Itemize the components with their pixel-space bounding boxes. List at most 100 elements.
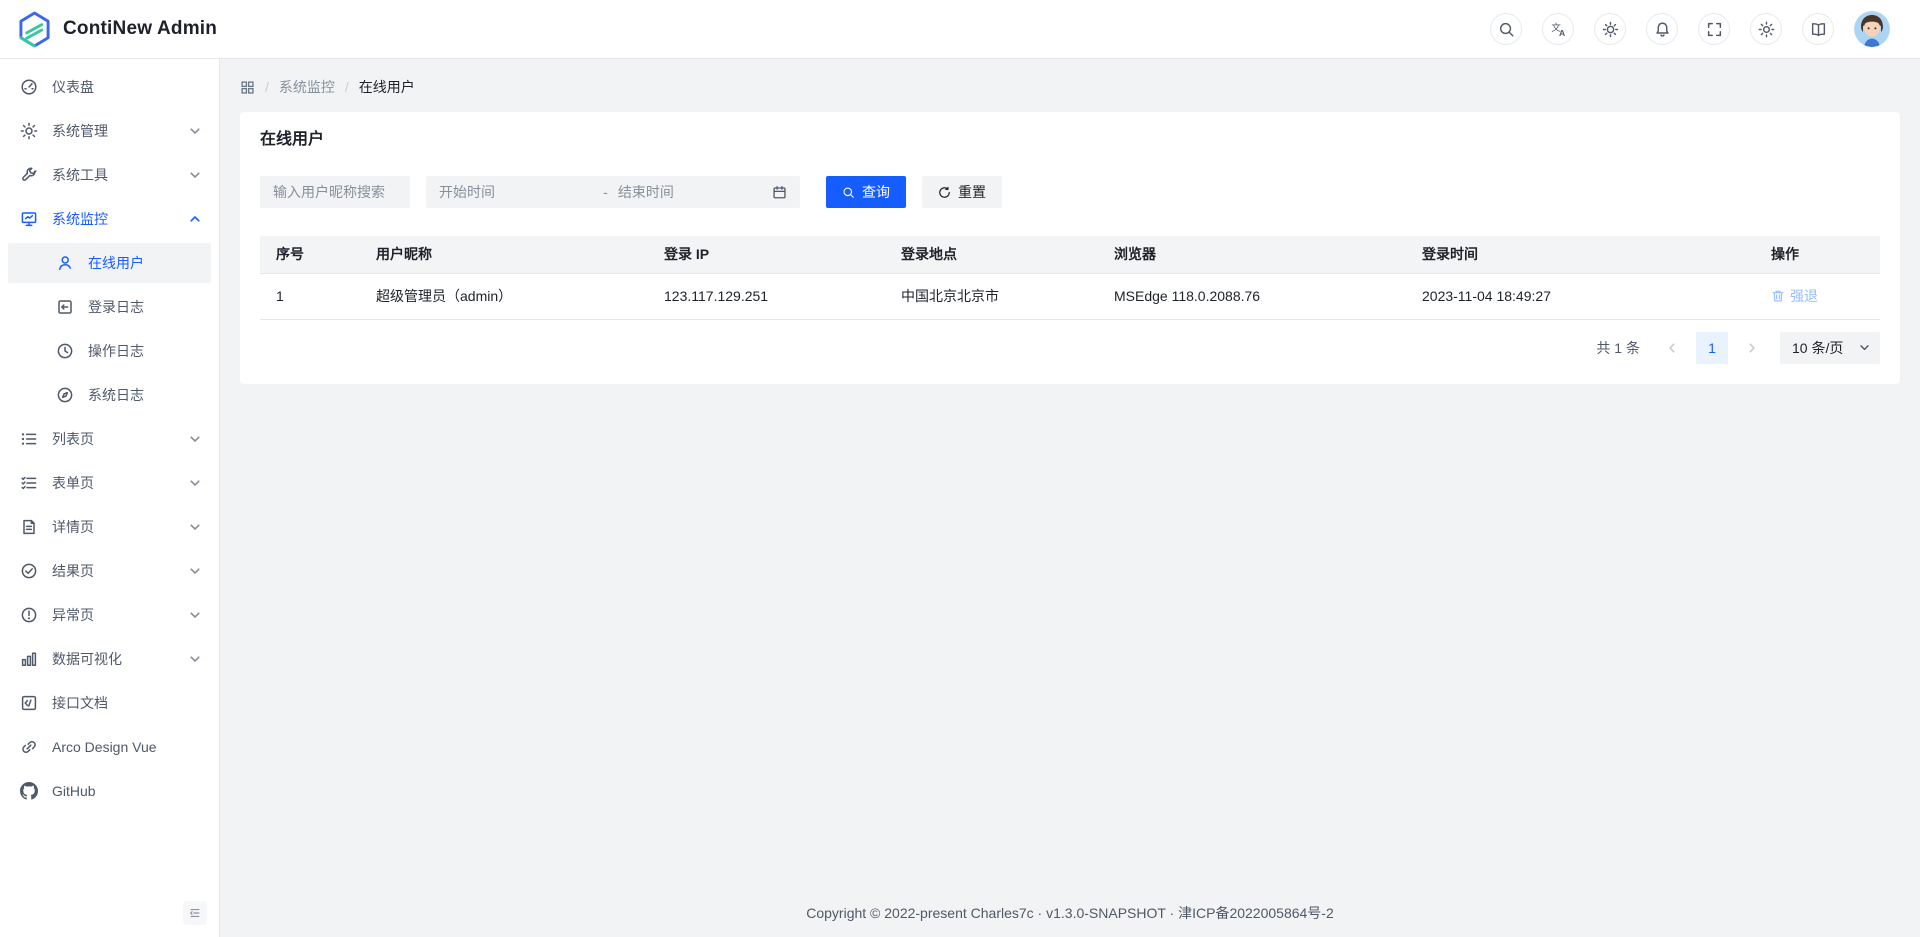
col-actions: 操作 [1755, 236, 1880, 273]
apps-grid-icon[interactable] [240, 80, 255, 95]
col-nickname: 用户昵称 [360, 236, 648, 273]
compass-icon [56, 386, 74, 404]
sidebar-item-operation-log[interactable]: 操作日志 [8, 331, 211, 371]
bell-icon [1654, 21, 1671, 38]
sidebar-item-result-page[interactable]: 结果页 [8, 551, 211, 591]
settings-button[interactable] [1750, 13, 1782, 45]
col-browser: 浏览器 [1098, 236, 1406, 273]
sidebar-item-system-log[interactable]: 系统日志 [8, 375, 211, 415]
reset-button[interactable]: 重置 [922, 176, 1002, 208]
sidebar: 仪表盘 系统管理 系统工具 系统监控 在线用户 [0, 59, 220, 937]
link-icon [20, 738, 38, 756]
check-circle-icon [20, 562, 38, 580]
cell-location: 中国北京北京市 [885, 273, 1098, 319]
gear-icon [20, 122, 38, 140]
chevron-down-icon [1859, 342, 1870, 353]
clock-icon [56, 342, 74, 360]
fullscreen-button[interactable] [1698, 13, 1730, 45]
footer-copyright: Copyright © 2022-present Charles7c · v1.… [240, 888, 1900, 937]
sidebar-item-list-page[interactable]: 列表页 [8, 419, 211, 459]
chevron-down-icon [189, 477, 201, 489]
page-size-select[interactable]: 10 条/页 [1780, 332, 1880, 364]
chevron-down-icon [189, 433, 201, 445]
force-logout-button[interactable]: 强退 [1771, 286, 1818, 306]
sidebar-item-exception-page[interactable]: 异常页 [8, 595, 211, 635]
search-button[interactable] [1490, 13, 1522, 45]
page-title: 在线用户 [260, 128, 1880, 152]
nickname-search-field[interactable] [260, 176, 410, 208]
sidebar-collapse-button[interactable] [183, 901, 207, 925]
docs-button[interactable] [1802, 13, 1834, 45]
date-range-separator: - [593, 184, 618, 200]
sidebar-item-data-visualization[interactable]: 数据可视化 [8, 639, 211, 679]
sidebar-item-arco-design-vue[interactable]: Arco Design Vue [8, 727, 211, 767]
translate-button[interactable] [1542, 13, 1574, 45]
chevron-down-icon [189, 125, 201, 137]
date-start-placeholder: 开始时间 [439, 182, 593, 202]
list-icon [20, 430, 38, 448]
chevron-up-icon [189, 213, 201, 225]
pagination: 共 1 条 1 10 条/页 [260, 332, 1880, 364]
online-users-card: 在线用户 开始时间 - 结束时间 查询 [240, 112, 1900, 384]
next-page-button[interactable] [1736, 332, 1768, 364]
nickname-search-input[interactable] [261, 177, 409, 207]
date-range-picker[interactable]: 开始时间 - 结束时间 [426, 176, 800, 208]
file-icon [20, 518, 38, 536]
sidebar-item-system-tools[interactable]: 系统工具 [8, 155, 211, 195]
chevron-down-icon [189, 169, 201, 181]
translate-icon [1550, 21, 1567, 38]
sidebar-item-api-docs[interactable]: 接口文档 [8, 683, 211, 723]
sidebar-item-system-monitor[interactable]: 系统监控 [8, 199, 211, 239]
chevron-down-icon [189, 521, 201, 533]
cell-login-time: 2023-11-04 18:49:27 [1406, 273, 1755, 319]
page-number-button[interactable]: 1 [1696, 332, 1728, 364]
search-icon [842, 186, 855, 199]
monitor-icon [20, 210, 38, 228]
filter-toolbar: 开始时间 - 结束时间 查询 重置 [260, 176, 1880, 208]
brand[interactable]: ContiNew Admin [18, 11, 217, 48]
sidebar-item-form-page[interactable]: 表单页 [8, 463, 211, 503]
sidebar-item-dashboard[interactable]: 仪表盘 [8, 67, 211, 107]
dashboard-icon [20, 78, 38, 96]
header-actions [1490, 11, 1890, 47]
breadcrumb-item-system-monitor[interactable]: 系统监控 [279, 77, 335, 97]
sun-icon [1602, 21, 1619, 38]
login-log-icon [56, 298, 74, 316]
cell-browser: MSEdge 118.0.2088.76 [1098, 273, 1406, 319]
pagination-total: 共 1 条 [1596, 338, 1640, 358]
online-users-table: 序号 用户昵称 登录 IP 登录地点 浏览器 登录时间 操作 1 超级管理员（a [260, 236, 1880, 320]
api-doc-icon [20, 694, 38, 712]
cell-ip: 123.117.129.251 [648, 273, 885, 319]
theme-toggle-button[interactable] [1594, 13, 1626, 45]
user-icon [56, 254, 74, 272]
col-location: 登录地点 [885, 236, 1098, 273]
main-content: / 系统监控 / 在线用户 在线用户 开始时间 - 结束时间 [220, 59, 1920, 937]
menu-fold-icon [188, 906, 202, 920]
col-ip: 登录 IP [648, 236, 885, 273]
notifications-button[interactable] [1646, 13, 1678, 45]
sidebar-item-online-users[interactable]: 在线用户 [8, 243, 211, 283]
chevron-down-icon [189, 565, 201, 577]
app-logo-icon [18, 11, 51, 48]
avatar[interactable] [1854, 11, 1890, 47]
trash-icon [1771, 289, 1785, 303]
chevron-down-icon [189, 653, 201, 665]
col-index: 序号 [260, 236, 360, 273]
prev-page-button[interactable] [1656, 332, 1688, 364]
app-root: ContiNew Admin 仪表盘 系统管理 [0, 0, 1920, 937]
table-row: 1 超级管理员（admin） 123.117.129.251 中国北京北京市 M… [260, 273, 1880, 319]
date-end-placeholder: 结束时间 [618, 182, 772, 202]
col-login-time: 登录时间 [1406, 236, 1755, 273]
app-title: ContiNew Admin [63, 18, 217, 40]
cell-index: 1 [260, 273, 360, 319]
breadcrumb-item-online-users: 在线用户 [359, 77, 415, 97]
sidebar-item-system-management[interactable]: 系统管理 [8, 111, 211, 151]
sidebar-item-login-log[interactable]: 登录日志 [8, 287, 211, 327]
fullscreen-icon [1706, 21, 1723, 38]
breadcrumb: / 系统监控 / 在线用户 [240, 77, 1900, 97]
search-button[interactable]: 查询 [826, 176, 906, 208]
bar-chart-icon [20, 650, 38, 668]
gear-icon [1758, 21, 1775, 38]
sidebar-item-github[interactable]: GitHub [8, 771, 211, 811]
sidebar-item-detail-page[interactable]: 详情页 [8, 507, 211, 547]
